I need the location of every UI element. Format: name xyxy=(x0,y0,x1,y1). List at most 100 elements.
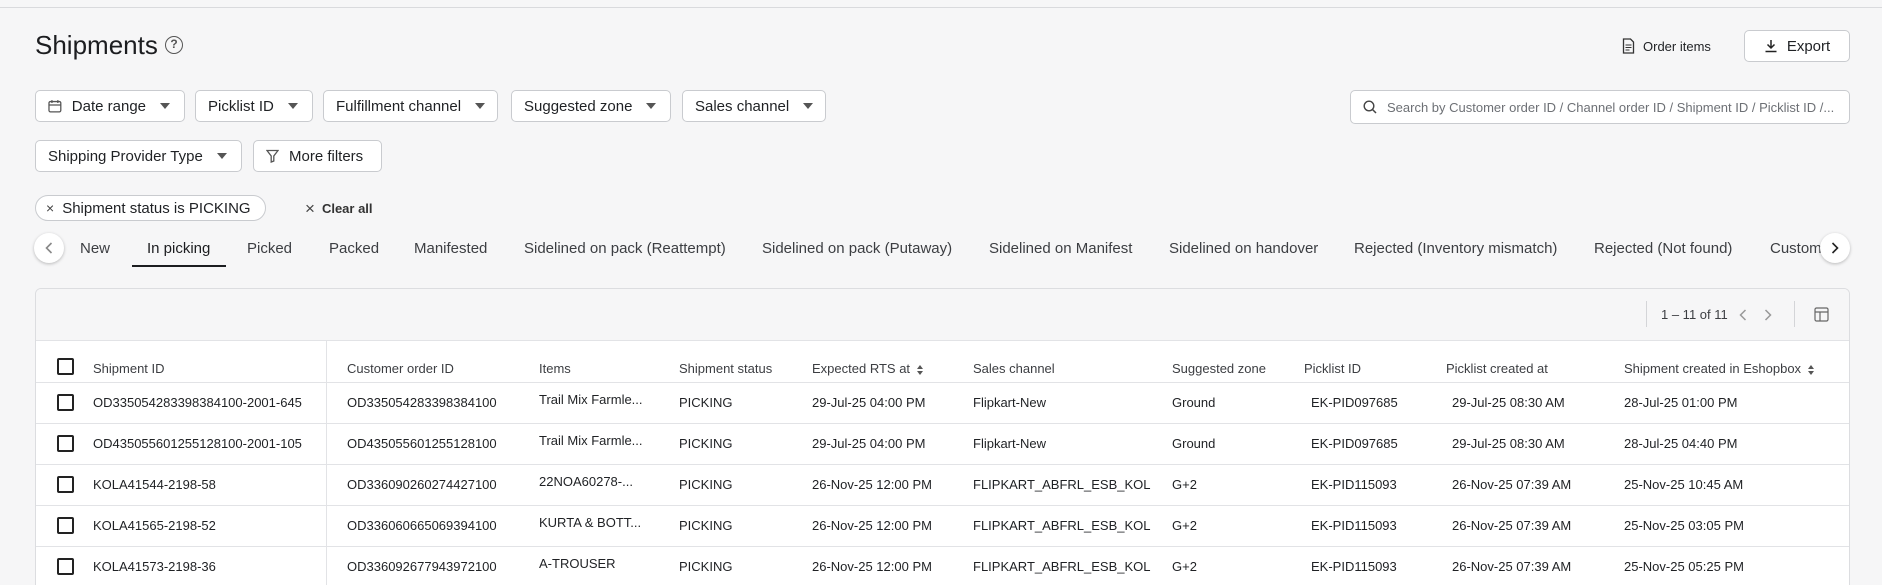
tab-sidelined-pack-reattempt[interactable]: Sidelined on pack (Reattempt) xyxy=(524,240,726,257)
picklist-id-cell: EK-PID115093 xyxy=(1311,518,1397,533)
col-header-expected-rts-label: Expected RTS at xyxy=(812,361,911,376)
col-header-shipment-created[interactable]: Shipment created in Eshopbox xyxy=(1624,361,1815,376)
table-row[interactable]: KOLA41573-2198-36 OD336092677943972100 A… xyxy=(36,546,1849,585)
customer-order-id-cell: OD336060665069394100 xyxy=(347,518,497,533)
column-settings-icon[interactable] xyxy=(1814,307,1829,322)
status-cell: PICKING xyxy=(679,436,733,451)
expected-rts-cell: 26-Nov-25 12:00 PM xyxy=(812,477,932,492)
suggested-zone-filter[interactable]: Suggested zone xyxy=(511,90,671,122)
active-tab-indicator xyxy=(132,265,226,267)
page-title: Shipments xyxy=(35,30,158,60)
picklist-created-cell: 29-Jul-25 08:30 AM xyxy=(1452,395,1565,410)
suggested-zone-cell: Ground xyxy=(1172,395,1216,410)
tabs-scroll-right-button[interactable] xyxy=(1820,233,1850,263)
col-header-suggested-zone: Suggested zone xyxy=(1172,361,1266,376)
shipping-provider-filter[interactable]: Shipping Provider Type xyxy=(35,140,242,172)
more-filters-label: More filters xyxy=(289,147,364,165)
row-checkbox[interactable] xyxy=(57,394,74,411)
table-row[interactable]: OD435055601255128100-2001-105 OD43505560… xyxy=(36,423,1849,464)
prev-page-icon[interactable] xyxy=(1739,309,1747,321)
tab-sidelined-handover[interactable]: Sidelined on handover xyxy=(1169,240,1318,257)
active-filter-label: Shipment status is PICKING xyxy=(62,199,251,217)
clear-all-button[interactable]: × Clear all xyxy=(305,200,373,217)
tab-custom[interactable]: Custom xyxy=(1770,240,1826,257)
sales-channel-cell: Flipkart-New xyxy=(973,395,1046,410)
customer-order-id-cell: OD435055601255128100 xyxy=(347,436,497,451)
row-checkbox[interactable] xyxy=(57,558,74,575)
sales-channel-cell: Flipkart-New xyxy=(973,436,1046,451)
sales-channel-filter[interactable]: Sales channel xyxy=(682,90,826,122)
items-cell[interactable]: 22NOA60278-... xyxy=(539,474,633,489)
download-icon xyxy=(1765,40,1777,53)
active-filter-chip[interactable]: × Shipment status is PICKING xyxy=(35,195,266,221)
suggested-zone-cell: G+2 xyxy=(1172,559,1197,574)
pagination-bar: 1 – 11 of 11 xyxy=(36,289,1849,341)
search-box[interactable] xyxy=(1350,90,1850,124)
shipment-id-cell[interactable]: KOLA41565-2198-52 xyxy=(93,518,216,533)
sales-channel-cell: FLIPKART_ABFRL_ESB_KOL xyxy=(973,518,1151,533)
order-items-button[interactable]: Order items xyxy=(1622,34,1711,58)
tabs-scroll-left-button[interactable] xyxy=(34,233,64,263)
picklist-id-label: Picklist ID xyxy=(208,97,274,115)
shipment-created-cell: 28-Jul-25 04:40 PM xyxy=(1624,436,1738,451)
funnel-icon xyxy=(266,149,279,163)
items-cell[interactable]: A-TROUSER xyxy=(539,556,616,571)
picklist-created-cell: 29-Jul-25 08:30 AM xyxy=(1452,436,1565,451)
row-checkbox[interactable] xyxy=(57,476,74,493)
top-divider xyxy=(0,7,1882,8)
export-label: Export xyxy=(1786,37,1831,55)
col-header-customer-order-id: Customer order ID xyxy=(347,361,454,376)
row-checkbox[interactable] xyxy=(57,435,74,452)
suggested-zone-cell: Ground xyxy=(1172,436,1216,451)
tab-manifested[interactable]: Manifested xyxy=(414,240,487,257)
tab-sidelined-manifest[interactable]: Sidelined on Manifest xyxy=(989,240,1132,257)
suggested-zone-cell: G+2 xyxy=(1172,477,1197,492)
items-cell[interactable]: Trail Mix Farmle... xyxy=(539,433,643,448)
select-all-checkbox[interactable] xyxy=(57,358,74,375)
shipping-provider-label: Shipping Provider Type xyxy=(48,147,203,165)
tab-picked[interactable]: Picked xyxy=(247,240,292,257)
col-header-expected-rts[interactable]: Expected RTS at xyxy=(812,361,924,376)
tab-in-picking[interactable]: In picking xyxy=(147,240,210,257)
expected-rts-cell: 29-Jul-25 04:00 PM xyxy=(812,395,926,410)
customer-order-id-cell: OD336092677943972100 xyxy=(347,559,497,574)
shipment-id-cell[interactable]: KOLA41544-2198-58 xyxy=(93,477,216,492)
table-row[interactable]: KOLA41544-2198-58 OD336090260274427100 2… xyxy=(36,464,1849,505)
sort-icon xyxy=(917,364,924,375)
fulfillment-channel-filter[interactable]: Fulfillment channel xyxy=(323,90,498,122)
picklist-id-cell: EK-PID115093 xyxy=(1311,559,1397,574)
tab-sidelined-pack-putaway[interactable]: Sidelined on pack (Putaway) xyxy=(762,240,952,257)
items-cell[interactable]: KURTA & BOTT... xyxy=(539,515,641,530)
chevron-down-icon xyxy=(803,103,814,109)
picklist-id-cell: EK-PID115093 xyxy=(1311,477,1397,492)
items-cell[interactable]: Trail Mix Farmle... xyxy=(539,392,643,407)
tab-rejected-inventory-mismatch[interactable]: Rejected (Inventory mismatch) xyxy=(1354,240,1557,257)
search-input[interactable] xyxy=(1387,99,1842,115)
more-filters-button[interactable]: More filters xyxy=(253,140,382,172)
shipment-created-cell: 25-Nov-25 05:25 PM xyxy=(1624,559,1744,574)
table-row[interactable]: OD335054283398384100-2001-645 OD33505428… xyxy=(36,382,1849,423)
customer-order-id-cell: OD335054283398384100 xyxy=(347,395,497,410)
shipment-id-cell[interactable]: OD335054283398384100-2001-645 xyxy=(93,395,302,410)
tab-rejected-not-found[interactable]: Rejected (Not found) xyxy=(1594,240,1732,257)
col-header-shipment-status: Shipment status xyxy=(679,361,773,376)
chevron-down-icon xyxy=(475,103,486,109)
chevron-left-icon xyxy=(45,242,53,254)
shipment-created-cell: 25-Nov-25 03:05 PM xyxy=(1624,518,1744,533)
remove-filter-icon[interactable]: × xyxy=(46,201,54,215)
tab-new[interactable]: New xyxy=(80,240,110,257)
shipment-id-cell[interactable]: KOLA41573-2198-36 xyxy=(93,559,216,574)
suggested-zone-cell: G+2 xyxy=(1172,518,1197,533)
date-range-filter[interactable]: Date range xyxy=(35,90,185,122)
chevron-down-icon xyxy=(646,103,657,109)
shipment-id-cell[interactable]: OD435055601255128100-2001-105 xyxy=(93,436,302,451)
divider xyxy=(1646,301,1647,327)
table-row[interactable]: KOLA41565-2198-52 OD336060665069394100 K… xyxy=(36,505,1849,546)
tab-packed[interactable]: Packed xyxy=(329,240,379,257)
next-page-icon[interactable] xyxy=(1764,309,1772,321)
picklist-id-filter[interactable]: Picklist ID xyxy=(195,90,313,122)
help-icon[interactable]: ? xyxy=(165,36,183,54)
export-button[interactable]: Export xyxy=(1744,30,1850,62)
row-checkbox[interactable] xyxy=(57,517,74,534)
calendar-icon xyxy=(48,100,62,113)
